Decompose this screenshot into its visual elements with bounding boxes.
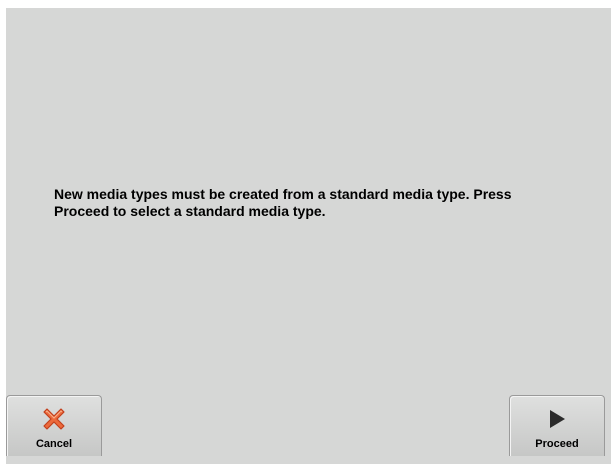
close-x-icon bbox=[7, 406, 101, 432]
cancel-label: Cancel bbox=[35, 438, 73, 450]
proceed-label: Proceed bbox=[535, 438, 579, 450]
dialog-message: New media types must be created from a s… bbox=[54, 186, 512, 219]
cancel-button[interactable]: Cancel bbox=[6, 395, 102, 456]
play-triangle-icon bbox=[510, 406, 604, 432]
proceed-button[interactable]: Proceed bbox=[509, 395, 605, 456]
